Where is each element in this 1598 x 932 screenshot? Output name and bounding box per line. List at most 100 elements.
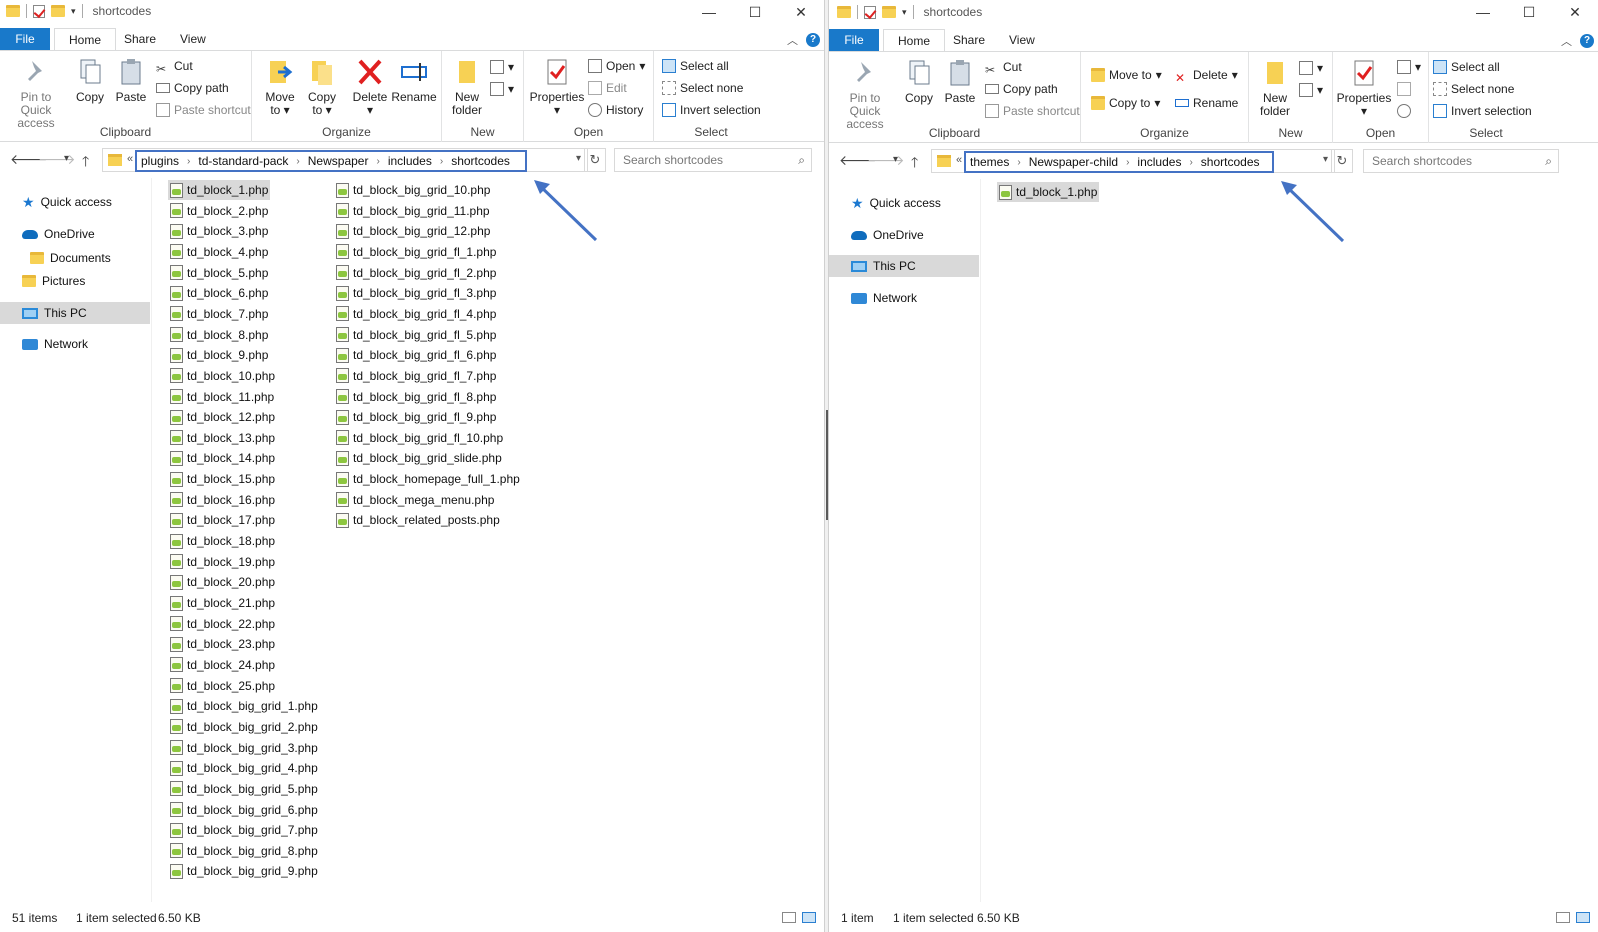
paste-button[interactable]: Paste [941,58,979,105]
refresh-button[interactable]: ↻ [584,148,606,172]
edit-button[interactable]: Edit [588,78,627,98]
copy-path-button[interactable]: Copy path [156,78,229,98]
maximize-button[interactable]: ☐ [1506,0,1552,26]
file-item[interactable]: td_block_12.php [168,407,277,427]
breadcrumb-item[interactable]: shortcodes [1201,155,1260,169]
help-icon[interactable]: ? [806,33,820,47]
properties-button[interactable]: Properties ▾ [528,57,586,117]
tab-home[interactable]: Home [883,29,946,52]
file-item[interactable]: td_block_homepage_full_1.php [334,469,522,489]
file-item[interactable]: td_block_16.php [168,490,277,510]
address-bar[interactable]: « themes › Newspaper-child › includes › sho… [931,149,1335,173]
file-item[interactable]: td_block_10.php [168,366,277,386]
customize-qat-icon[interactable]: ▾ [902,7,907,18]
file-item[interactable]: td_block_big_grid_3.php [168,738,320,758]
file-item[interactable]: td_block_1.php [168,180,271,200]
minimize-button[interactable]: — [686,0,732,26]
properties-quick-icon[interactable] [33,4,45,18]
file-item[interactable]: td_block_21.php [168,593,277,613]
file-item[interactable]: td_block_20.php [168,572,277,592]
breadcrumb-item[interactable]: td-standard-pack [198,154,288,168]
file-item[interactable]: td_block_big_grid_5.php [168,779,320,799]
nav-item-documents[interactable]: Documents [30,247,111,269]
history-button[interactable]: History [588,100,643,120]
breadcrumb-item[interactable]: plugins [141,154,179,168]
new-item-button[interactable]: ▾ [1299,58,1323,78]
easy-access-button[interactable]: ▾ [490,79,514,99]
details-view-icon[interactable] [1556,912,1570,923]
pin-quick-access-button[interactable]: Pin to Quick access [4,57,68,130]
tab-home[interactable]: Home [54,28,117,51]
file-item[interactable]: td_block_big_grid_11.php [334,201,492,221]
new-item-button[interactable]: ▾ [490,57,514,77]
address-dropdown-icon[interactable]: ▾ [576,153,581,164]
nav-item-network[interactable]: Network [851,287,917,309]
tab-share[interactable]: Share [939,29,999,51]
nav-item-this-pc[interactable]: This PC [0,302,150,324]
new-folder-button[interactable]: New folder [1255,58,1295,118]
history-button[interactable] [1397,101,1411,121]
file-item[interactable]: td_block_1.php [997,182,1100,202]
file-item[interactable]: td_block_25.php [168,676,277,696]
tab-file[interactable]: File [0,28,50,50]
file-item[interactable]: td_block_6.php [168,283,270,303]
file-item[interactable]: td_block_big_grid_12.php [334,221,492,241]
copy-button[interactable]: Copy [72,57,108,104]
nav-item-network[interactable]: Network [22,333,88,355]
delete-button[interactable]: ✕ Delete ▾ [1175,65,1238,85]
paste-button[interactable]: Paste [112,57,150,104]
new-folder-button[interactable]: New folder [448,57,486,117]
chevron-up-icon[interactable]: ︿ [1561,33,1572,49]
properties-quick-icon[interactable] [864,5,876,19]
double-chevron-icon[interactable]: « [127,153,133,165]
file-item[interactable]: td_block_big_grid_4.php [168,758,320,778]
file-item[interactable]: td_block_big_grid_fl_8.php [334,387,498,407]
search-input[interactable]: Search shortcodes ⌕ [614,148,812,172]
pin-quick-access-button[interactable]: Pin to Quick access [833,58,897,131]
file-item[interactable]: td_block_big_grid_fl_2.php [334,263,498,283]
large-icons-view-icon[interactable] [1576,912,1590,923]
maximize-button[interactable]: ☐ [732,0,778,26]
close-button[interactable]: ✕ [1552,0,1598,26]
nav-item-quick-access[interactable]: ★ Quick access [22,191,112,213]
new-folder-quick-icon[interactable] [51,5,65,17]
large-icons-view-icon[interactable] [802,912,816,923]
file-item[interactable]: td_block_14.php [168,448,277,468]
breadcrumb-item[interactable]: Newspaper [308,154,369,168]
file-item[interactable]: td_block_mega_menu.php [334,490,496,510]
move-to-button[interactable]: Move to ▾ [1091,65,1162,85]
file-item[interactable]: td_block_big_grid_10.php [334,180,492,200]
select-all-button[interactable]: Select all [1433,57,1500,77]
file-item[interactable]: td_block_2.php [168,201,270,221]
nav-item-pictures[interactable]: Pictures [22,270,85,292]
delete-button[interactable]: Delete ▾ [348,57,392,117]
breadcrumb-item[interactable]: themes [970,155,1009,169]
nav-item-this-pc[interactable]: This PC [829,255,979,277]
cut-button[interactable]: ✂ Cut [985,57,1022,77]
file-item[interactable]: td_block_18.php [168,531,277,551]
edit-button[interactable] [1397,79,1411,99]
file-item[interactable]: td_block_big_grid_fl_3.php [334,283,498,303]
paste-shortcut-button[interactable]: Paste shortcut [156,100,251,120]
refresh-button[interactable]: ↻ [1331,149,1353,173]
file-item[interactable]: td_block_big_grid_fl_10.php [334,428,505,448]
close-button[interactable]: ✕ [778,0,824,26]
file-item[interactable]: td_block_big_grid_fl_9.php [334,407,498,427]
file-item[interactable]: td_block_big_grid_slide.php [334,448,504,468]
customize-qat-icon[interactable]: ▾ [71,6,76,17]
file-item[interactable]: td_block_big_grid_fl_4.php [334,304,498,324]
copy-path-button[interactable]: Copy path [985,79,1058,99]
file-item[interactable]: td_block_big_grid_1.php [168,696,320,716]
file-item[interactable]: td_block_15.php [168,469,277,489]
file-item[interactable]: td_block_13.php [168,428,277,448]
forward-arrow-icon[interactable]: 🡒 [38,151,76,168]
file-item[interactable]: td_block_19.php [168,552,277,572]
file-item[interactable]: td_block_9.php [168,345,270,365]
properties-button[interactable]: Properties ▾ [1335,58,1393,118]
help-icon[interactable]: ? [1580,34,1594,48]
paste-shortcut-button[interactable]: Paste shortcut [985,101,1080,121]
breadcrumb-item[interactable]: shortcodes [451,154,510,168]
breadcrumb-item[interactable]: Newspaper-child [1029,155,1118,169]
file-item[interactable]: td_block_big_grid_fl_1.php [334,242,498,262]
tab-share[interactable]: Share [110,28,170,50]
